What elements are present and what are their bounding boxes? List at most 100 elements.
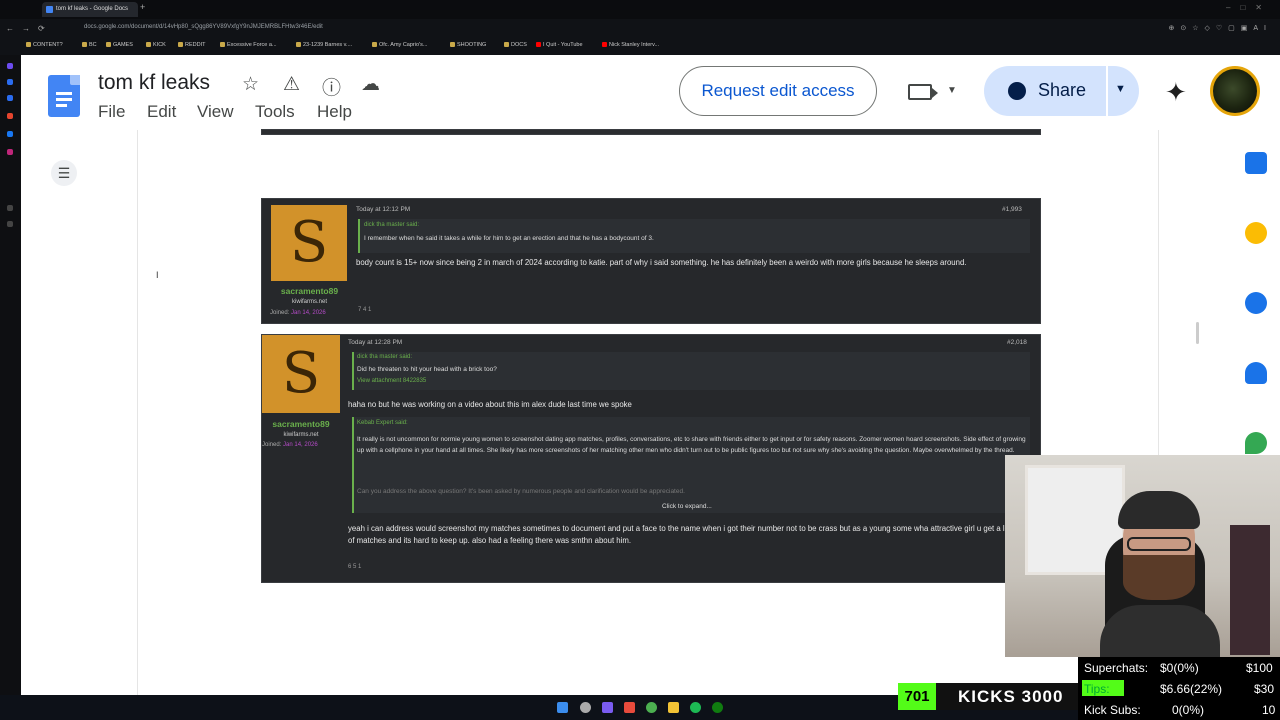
tab-google-docs[interactable]: tom kf leaks - Google Docs xyxy=(42,2,138,17)
app-icon[interactable] xyxy=(602,702,613,713)
nav-buttons[interactable]: ←→⟳ xyxy=(6,24,53,33)
avatar: S xyxy=(271,205,347,281)
xbox-icon[interactable] xyxy=(712,702,723,713)
chrome-icon[interactable] xyxy=(646,702,657,713)
contacts-icon[interactable] xyxy=(1245,362,1267,384)
tips-goal: $30 xyxy=(1254,682,1275,696)
request-edit-access-button[interactable]: Request edit access xyxy=(679,66,877,116)
joined-info: Joined: Jan 14, 2026 xyxy=(270,310,326,316)
star-icon[interactable]: ☆ xyxy=(242,73,259,96)
spotify-icon[interactable] xyxy=(690,702,701,713)
sidebar-app-icon[interactable] xyxy=(7,63,13,69)
superchats-label: Superchats: xyxy=(1084,661,1149,675)
maps-icon[interactable] xyxy=(1245,432,1267,454)
menu-tools[interactable]: Tools xyxy=(255,102,295,122)
tips-value: $6.66(22%) xyxy=(1160,682,1223,696)
sidebar-app-icon[interactable] xyxy=(7,95,13,101)
superchats-goal: $100 xyxy=(1246,661,1273,675)
post-body: haha no but he was working on a video ab… xyxy=(348,400,632,409)
new-tab-icon[interactable]: + xyxy=(140,2,145,12)
document-title[interactable]: tom kf leaks xyxy=(98,71,210,95)
tab-title: tom kf leaks - Google Docs xyxy=(56,6,129,12)
search-icon[interactable] xyxy=(580,702,591,713)
extension-icons[interactable]: ⊕⊙☆◇♡▢▣AI xyxy=(1168,24,1272,32)
avatar[interactable] xyxy=(1210,66,1260,116)
drive-shortcut-icon[interactable]: ⚠ xyxy=(283,73,300,96)
share-label: Share xyxy=(1038,80,1087,100)
kicks-label: KICKS 3000 xyxy=(958,687,1064,706)
window-controls[interactable]: –□✕ xyxy=(1226,3,1272,12)
sidebar-app-icon[interactable] xyxy=(7,113,13,119)
bookmark[interactable]: BC xyxy=(82,42,97,48)
bookmark[interactable]: KICK xyxy=(146,42,166,48)
app-icon[interactable] xyxy=(624,702,635,713)
windows-start-icon[interactable] xyxy=(557,702,568,713)
post-quote: dick tha master said: Did he threaten to… xyxy=(352,352,1030,390)
docs-logo-icon[interactable] xyxy=(48,75,80,117)
bookmark[interactable]: I Quit - YouTube xyxy=(536,42,583,48)
tab-strip: tom kf leaks - Google Docs + –□✕ xyxy=(0,0,1280,19)
post-site: kiwifarms.net xyxy=(283,432,319,438)
sidebar-app-icon[interactable] xyxy=(7,149,13,155)
quote-author: dick tha master said: xyxy=(357,354,413,360)
chevron-down-icon[interactable]: ▼ xyxy=(1115,83,1126,95)
quote-text: I remember when he said it takes a while… xyxy=(364,235,654,242)
bookmarks-bar: CONTENT? BC GAMES KICK REDDIT Excessive … xyxy=(0,38,1280,53)
menu-file[interactable]: File xyxy=(98,102,125,122)
bookmark[interactable]: 23-1239 Barnes v.... xyxy=(296,42,352,48)
menu-view[interactable]: View xyxy=(197,102,234,122)
bookmark[interactable]: SHOOTING xyxy=(450,42,486,48)
menu-edit[interactable]: Edit xyxy=(147,102,176,122)
address-bar-row: ←→⟳ docs.google.com/document/d/14vHp80_s… xyxy=(0,19,1280,38)
calendar-icon[interactable] xyxy=(1245,152,1267,174)
bookmark[interactable]: REDDIT xyxy=(178,42,205,48)
reaction-bar[interactable]: 7 4 1 xyxy=(358,307,371,313)
meet-camera-icon[interactable] xyxy=(908,84,938,100)
docs-header: tom kf leaks ☆ ⚠ ⓘ ☁ File Edit View Tool… xyxy=(21,55,1280,130)
folder-icon[interactable] xyxy=(668,702,679,713)
globe-icon xyxy=(1008,82,1026,100)
url-field[interactable]: docs.google.com/document/d/14vHp80_sQgg8… xyxy=(84,24,323,30)
browser-chrome: tom kf leaks - Google Docs + –□✕ ←→⟳ doc… xyxy=(0,0,1280,55)
browser-sidebar xyxy=(0,55,21,695)
kicksubs-label: Kick Subs: xyxy=(1084,703,1141,717)
sidebar-app-icon[interactable] xyxy=(7,221,13,227)
info-icon[interactable]: ⓘ xyxy=(322,73,341,100)
joined-info: Joined: Jan 14, 2026 xyxy=(262,442,318,448)
text-cursor-icon: I xyxy=(156,270,159,280)
bookmark[interactable]: Ofc. Amy Caprio's... xyxy=(372,42,427,48)
menu-help[interactable]: Help xyxy=(317,102,352,122)
sidebar-app-icon[interactable] xyxy=(7,131,13,137)
scrollbar[interactable] xyxy=(1196,322,1199,344)
post-time: Today at 12:12 PM xyxy=(356,206,411,213)
tips-label: Tips: xyxy=(1084,682,1110,696)
reaction-bar[interactable]: 6 5 1 xyxy=(348,564,361,570)
bookmark[interactable]: Excessive Force a... xyxy=(220,42,277,48)
quote-author: Kebab Expert said: xyxy=(357,420,408,426)
gemini-icon[interactable]: ✦ xyxy=(1165,77,1187,108)
outline-icon[interactable]: ☰ xyxy=(51,160,77,186)
bookmark[interactable]: DOCS xyxy=(504,42,527,48)
kicksubs-goal: 10 xyxy=(1262,703,1276,717)
bookmark[interactable]: GAMES xyxy=(106,42,133,48)
kicks-goal-widget: 701 KICKS 3000 xyxy=(898,683,1078,710)
quote-author: dick tha master said: xyxy=(364,222,420,228)
attachment-link[interactable]: View attachment 8422835 xyxy=(357,378,426,384)
sidebar-app-icon[interactable] xyxy=(7,205,13,211)
share-button[interactable]: Share ▼ xyxy=(984,66,1139,116)
keep-icon[interactable] xyxy=(1245,222,1267,244)
docs-favicon-icon xyxy=(46,6,53,13)
tasks-icon[interactable] xyxy=(1245,292,1267,314)
post-time: Today at 12:28 PM xyxy=(348,339,403,346)
kicks-count: 701 xyxy=(898,683,936,710)
click-to-expand-link[interactable]: Click to expand... xyxy=(662,503,712,510)
webcam-overlay xyxy=(1005,455,1280,657)
bookmark[interactable]: Nick Stanley Interv... xyxy=(602,42,659,48)
sidebar-app-icon[interactable] xyxy=(7,79,13,85)
bookmark[interactable]: CONTENT? xyxy=(26,42,63,48)
chevron-down-icon[interactable]: ▼ xyxy=(947,85,957,96)
post-quote: Kebab Expert said: It really is not unco… xyxy=(352,417,1030,513)
donation-stats: Superchats: $0(0%) $100 Tips: $6.66(22%)… xyxy=(1078,657,1280,720)
quote-text: It really is not uncommon for normie you… xyxy=(357,436,1026,454)
superchats-value: $0(0%) xyxy=(1160,661,1199,675)
